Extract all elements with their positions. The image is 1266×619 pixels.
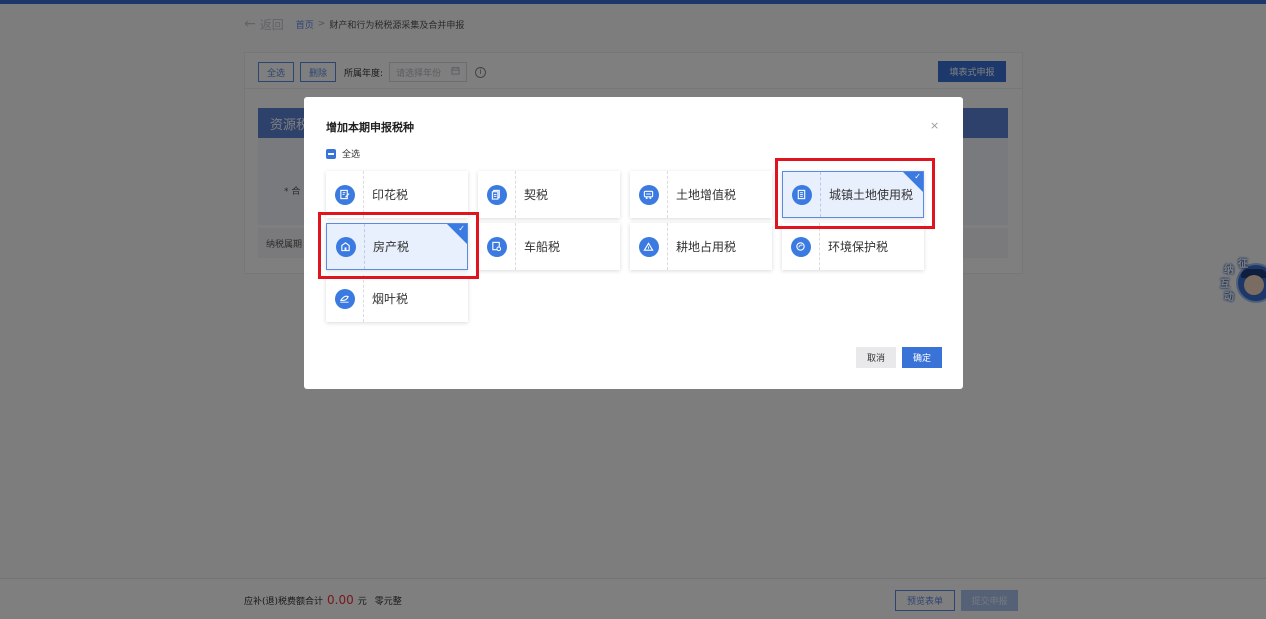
close-icon[interactable]: × xyxy=(930,119,939,132)
card-icon-col xyxy=(326,275,364,322)
card-icon-col xyxy=(782,223,820,270)
tax-card-vehicle-vessel[interactable]: 车船税 xyxy=(478,223,620,270)
card-icon-col xyxy=(478,171,516,218)
land-appreciation-icon xyxy=(638,184,659,205)
indeterminate-checkbox-icon xyxy=(326,148,336,159)
files-icon xyxy=(486,184,507,205)
tax-card-farmland-occupation[interactable]: 耕地占用税 xyxy=(630,223,772,270)
environment-icon xyxy=(790,236,811,257)
card-icon-col xyxy=(630,171,668,218)
card-icon-col xyxy=(326,171,364,218)
confirm-button[interactable]: 确定 xyxy=(902,347,942,368)
tax-card-stamp[interactable]: 印花税 xyxy=(326,171,468,218)
tax-card-label: 环境保护税 xyxy=(828,240,889,254)
tax-card-label: 契税 xyxy=(524,188,549,202)
select-all-checkbox[interactable]: 全选 xyxy=(326,147,360,160)
highlight-box-property xyxy=(318,212,479,279)
tobacco-leaf-icon xyxy=(334,288,355,309)
dialog-title: 增加本期申报税种 xyxy=(326,121,414,134)
vehicle-icon xyxy=(486,236,507,257)
tax-card-deed[interactable]: 契税 xyxy=(478,171,620,218)
tax-card-label: 烟叶税 xyxy=(372,292,409,306)
tax-card-label: 土地增值税 xyxy=(676,188,737,202)
highlight-box-urban-land-use xyxy=(775,158,935,229)
card-icon-col xyxy=(630,223,668,270)
farmland-icon xyxy=(638,236,659,257)
tax-card-label: 印花税 xyxy=(372,188,409,202)
tax-card-environmental[interactable]: 环境保护税 xyxy=(782,223,924,270)
tax-card-label: 车船税 xyxy=(524,240,561,254)
card-icon-col xyxy=(478,223,516,270)
tax-card-tobacco-leaf[interactable]: 烟叶税 xyxy=(326,275,468,322)
tax-card-label: 耕地占用税 xyxy=(676,240,737,254)
document-edit-icon xyxy=(334,184,355,205)
select-all-label: 全选 xyxy=(342,150,361,160)
tax-card-land-appreciation[interactable]: 土地增值税 xyxy=(630,171,772,218)
cancel-button[interactable]: 取消 xyxy=(856,347,896,368)
